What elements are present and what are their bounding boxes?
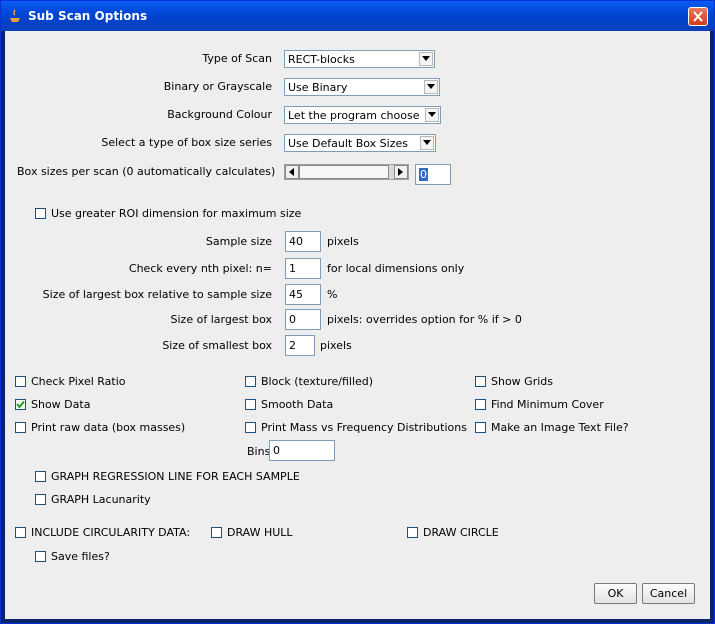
close-button[interactable] [688,7,708,26]
circularity-checkbox[interactable] [15,527,26,538]
largest-box-unit: pixels: overrides option for % if > 0 [327,313,522,326]
greater-roi-checkbox[interactable] [35,208,46,219]
largest-relative-label: Size of largest box relative to sample s… [42,288,272,301]
find-min-cover-checkbox[interactable] [475,399,486,410]
chevron-down-icon[interactable] [425,108,439,122]
block-checkbox[interactable] [245,376,256,387]
sample-size-input[interactable]: 40 [285,231,321,252]
print-raw-checkbox[interactable] [15,422,26,433]
check-pixel-ratio-label: Check Pixel Ratio [31,375,126,388]
graph-lacunarity-label: GRAPH Lacunarity [51,493,151,506]
slider-thumb[interactable] [299,165,389,179]
box-sizes-slider[interactable] [284,164,409,180]
chevron-down-icon[interactable] [419,52,433,66]
checkmark-icon [16,400,25,409]
save-files-label: Save files? [51,550,110,563]
largest-box-label: Size of largest box [170,313,272,326]
graph-regression-label: GRAPH REGRESSION LINE FOR EACH SAMPLE [51,470,300,483]
binary-grayscale-select[interactable]: Use Binary [284,78,440,96]
print-mass-checkbox[interactable] [245,422,256,433]
java-icon [10,9,20,22]
bins-input[interactable]: 0 [269,440,335,461]
graph-lacunarity-checkbox[interactable] [35,494,46,505]
box-sizes-input[interactable]: 0 [415,164,451,185]
draw-circle-label: DRAW CIRCLE [423,526,499,539]
show-grids-checkbox[interactable] [475,376,486,387]
print-raw-label: Print raw data (box masses) [31,421,186,434]
dialog-content: Type of Scan RECT-blocks Binary or Grays… [5,31,710,619]
scroll-left-button[interactable] [285,165,299,179]
image-text-checkbox[interactable] [475,422,486,433]
cancel-button[interactable]: Cancel [642,583,695,604]
draw-hull-checkbox[interactable] [211,527,222,538]
sample-size-label: Sample size [205,235,272,248]
chevron-down-icon[interactable] [420,136,434,150]
scan-type-label: Type of Scan [202,52,272,65]
nth-pixel-unit: for local dimensions only [327,262,465,275]
background-colour-value: Let the program choose [288,109,420,122]
binary-grayscale-value: Use Binary [288,81,348,94]
block-label: Block (texture/filled) [261,375,374,388]
scan-type-select[interactable]: RECT-blocks [284,50,435,68]
draw-hull-label: DRAW HULL [227,526,293,539]
box-series-label: Select a type of box size series [101,136,272,149]
nth-pixel-input[interactable]: 1 [285,258,321,279]
smooth-data-label: Smooth Data [261,398,334,411]
smallest-box-unit: pixels [320,339,352,352]
background-colour-select[interactable]: Let the program choose [284,106,441,124]
bins-label: Bins [247,445,271,458]
scroll-right-button[interactable] [394,165,408,179]
smallest-box-input[interactable]: 2 [285,335,315,356]
box-sizes-label: Box sizes per scan (0 automatically calc… [17,165,276,178]
box-series-select[interactable]: Use Default Box Sizes [284,134,436,152]
nth-pixel-label: Check every nth pixel: n= [128,262,272,275]
show-grids-label: Show Grids [491,375,553,388]
chevron-down-icon[interactable] [424,80,438,94]
check-pixel-ratio-checkbox[interactable] [15,376,26,387]
circularity-label: INCLUDE CIRCULARITY DATA: [31,526,191,539]
image-text-label: Make an Image Text File? [491,421,629,434]
box-series-value: Use Default Box Sizes [288,137,408,150]
largest-relative-input[interactable]: 45 [285,284,321,305]
title-bar[interactable]: Sub Scan Options [1,1,714,31]
background-colour-label: Background Colour [167,108,272,121]
show-data-label: Show Data [31,398,91,411]
graph-regression-checkbox[interactable] [35,471,46,482]
window-title: Sub Scan Options [28,9,148,23]
find-min-cover-label: Find Minimum Cover [491,398,604,411]
ok-button[interactable]: OK [594,583,637,604]
draw-circle-checkbox[interactable] [407,527,418,538]
largest-relative-unit: % [327,288,338,301]
box-sizes-value: 0 [419,168,428,181]
sample-size-unit: pixels [327,235,359,248]
binary-grayscale-label: Binary or Grayscale [163,80,272,93]
scan-type-value: RECT-blocks [288,53,355,66]
greater-roi-label: Use greater ROI dimension for maximum si… [51,207,302,220]
save-files-checkbox[interactable] [35,551,46,562]
print-mass-label: Print Mass vs Frequency Distributions [261,421,467,434]
largest-box-input[interactable]: 0 [285,309,321,330]
smallest-box-label: Size of smallest box [162,339,272,352]
smooth-data-checkbox[interactable] [245,399,256,410]
dialog-window: Sub Scan Options Type of Scan RECT-block… [0,0,715,624]
close-icon [693,11,703,22]
show-data-checkbox[interactable] [15,399,26,410]
